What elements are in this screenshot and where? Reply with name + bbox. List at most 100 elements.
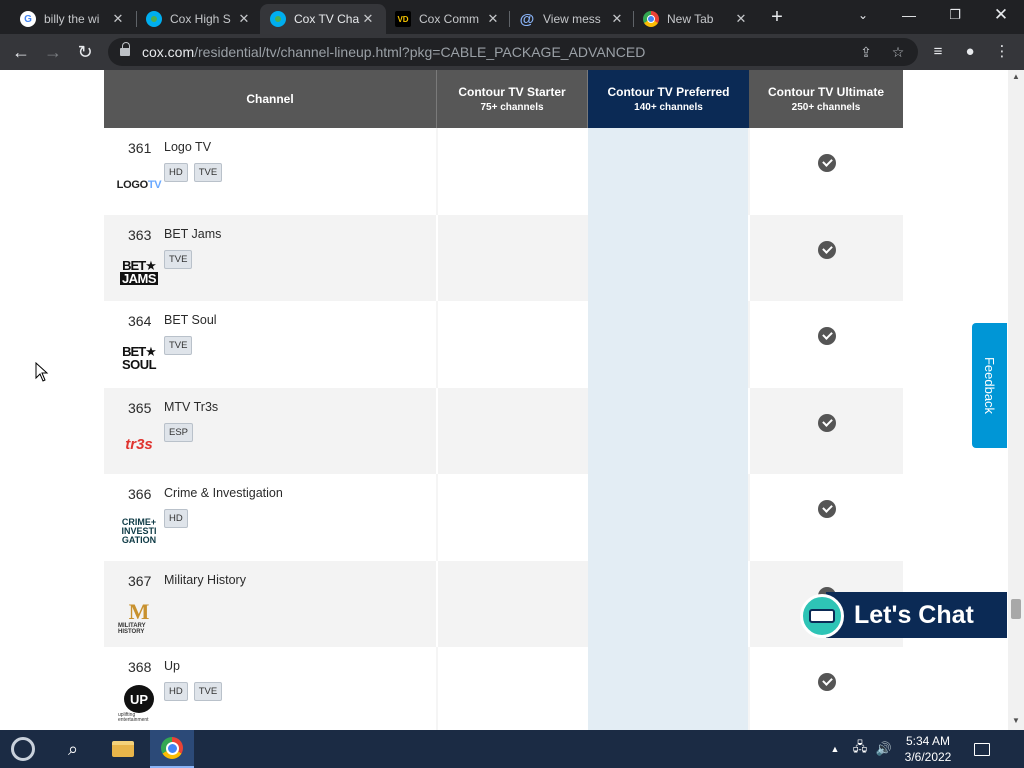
notifications-icon[interactable]: [970, 730, 994, 768]
tab-title: Cox TV Cha: [294, 12, 360, 26]
scroll-down-arrow-icon[interactable]: ▼: [1008, 716, 1024, 726]
check-circle-icon: [818, 327, 836, 345]
up-logo: UP uplifting entertainment: [118, 685, 160, 723]
tab-cox-tv-channels[interactable]: Cox TV Cha ✕: [260, 4, 386, 34]
header-starter[interactable]: Contour TV Starter 75+ channels: [437, 70, 587, 128]
header-ultimate-count: 250+ channels: [791, 102, 861, 113]
reload-icon[interactable]: ↻: [72, 39, 98, 65]
tab-cox-high-speed[interactable]: Cox High S ✕: [136, 4, 262, 34]
new-tab-plus-icon[interactable]: +: [766, 6, 788, 28]
channel-name: Logo TV: [164, 140, 212, 154]
tve-badge: TVE: [164, 249, 193, 269]
search-icon[interactable]: ⌕: [54, 730, 92, 768]
channel-number: 361: [128, 140, 152, 156]
at-icon: @: [519, 10, 535, 28]
tab-title: Cox Comm: [419, 12, 480, 26]
channel-number: 367: [128, 572, 152, 589]
google-icon: G: [20, 11, 36, 27]
tab-title: billy the wi: [44, 12, 100, 26]
tab-billy[interactable]: G billy the wi ✕: [10, 4, 136, 34]
check-circle-icon: [818, 500, 836, 518]
kebab-menu-icon[interactable]: ⋮: [992, 42, 1012, 62]
close-tab-icon[interactable]: ✕: [360, 11, 376, 27]
restore-icon[interactable]: ❐: [932, 0, 978, 30]
close-tab-icon[interactable]: ✕: [485, 11, 501, 27]
table-row: 366 Crime & Investigation CRIME+ INVESTI G…: [104, 474, 903, 561]
column-divider: [436, 647, 438, 730]
show-hidden-icons-icon[interactable]: ▲: [828, 730, 842, 768]
tab-search-chevron-icon[interactable]: ⌄: [840, 0, 886, 30]
channel-number: 366: [128, 486, 152, 502]
close-tab-icon[interactable]: ✕: [236, 11, 252, 27]
chrome-taskbar-icon[interactable]: [150, 730, 194, 768]
page-viewport: Channel Contour TV Starter 75+ channels …: [0, 70, 1008, 730]
bet-jams-logo: BET★ JAMS: [119, 257, 159, 286]
tve-badge: TVE: [193, 163, 223, 182]
hd-badge: HD: [164, 163, 188, 182]
mouse-cursor-icon: [35, 362, 49, 382]
column-divider: [436, 560, 438, 647]
check-circle-icon: [818, 154, 836, 172]
header-preferred[interactable]: Contour TV Preferred 140+ channels: [588, 70, 749, 128]
header-channel-label: Channel: [246, 92, 294, 106]
lets-chat-button[interactable]: Let's Chat: [800, 592, 1007, 638]
minimize-icon[interactable]: —: [886, 0, 932, 30]
system-clock[interactable]: 5:34 AM 3/6/2022: [898, 733, 958, 765]
logo-tv-logo: LOGOTV: [116, 178, 162, 191]
vertical-scrollbar[interactable]: ▲ ▼: [1008, 70, 1024, 730]
close-window-icon[interactable]: ✕: [978, 0, 1024, 30]
back-arrow-icon[interactable]: ←: [8, 39, 34, 65]
chat-avatar-icon: [800, 594, 844, 638]
tab-view-messages[interactable]: @ View mess ✕: [509, 4, 635, 34]
start-button[interactable]: [4, 730, 42, 768]
url-host: cox.com: [142, 44, 195, 60]
lock-icon[interactable]: [120, 42, 130, 57]
tab-cox-comm[interactable]: VD Cox Comm ✕: [385, 4, 511, 34]
scroll-up-arrow-icon[interactable]: ▲: [1008, 72, 1024, 82]
column-divider: [436, 474, 438, 561]
vd-icon: VD: [395, 11, 411, 27]
column-divider: [748, 128, 750, 215]
hd-badge: HD: [164, 509, 188, 528]
tab-title: New Tab: [667, 12, 714, 26]
column-divider: [748, 214, 750, 301]
channel-number: 365: [128, 399, 152, 416]
close-tab-icon[interactable]: ✕: [609, 11, 625, 27]
scrollbar-thumb[interactable]: [1011, 599, 1021, 619]
column-divider: [436, 387, 438, 474]
column-divider: [436, 214, 438, 301]
clock-date: 3/6/2022: [904, 750, 952, 764]
bet-soul-logo: BET★ SOUL: [121, 344, 157, 372]
volume-icon[interactable]: 🔊: [874, 730, 894, 768]
address-bar[interactable]: cox.com/residential/tv/channel-lineup.ht…: [108, 38, 918, 66]
close-tab-icon[interactable]: ✕: [110, 11, 126, 27]
badges: TVE: [164, 249, 193, 269]
column-divider: [748, 387, 750, 474]
url-text[interactable]: cox.com/residential/tv/channel-lineup.ht…: [142, 44, 645, 60]
close-tab-icon[interactable]: ✕: [733, 11, 749, 27]
tab-new-tab[interactable]: New Tab ✕: [633, 4, 759, 34]
header-ultimate[interactable]: Contour TV Ultimate 250+ channels: [749, 70, 903, 128]
profile-icon[interactable]: ●: [960, 42, 980, 62]
preferred-cell: [588, 647, 749, 730]
badges: TVE: [164, 336, 193, 355]
browser-toolbar: ← → ↻ cox.com/residential/tv/channel-lin…: [0, 34, 1024, 70]
network-icon[interactable]: 🖧: [850, 730, 870, 768]
media-playlist-icon[interactable]: ≡: [928, 42, 948, 62]
preferred-cell: [588, 560, 749, 647]
forward-arrow-icon[interactable]: →: [40, 39, 66, 65]
bookmark-star-icon[interactable]: ☆: [888, 42, 908, 62]
table-row: 361 Logo TV LOGOTV HD TVE: [104, 128, 903, 215]
channel-name: Up: [164, 659, 180, 673]
hd-badge: HD: [164, 682, 188, 701]
file-explorer-icon[interactable]: [104, 730, 142, 768]
badges: HD: [164, 509, 188, 528]
header-preferred-count: 140+ channels: [634, 102, 703, 113]
channel-name: Crime & Investigation: [164, 486, 283, 500]
feedback-button[interactable]: Feedback: [972, 323, 1007, 448]
share-icon[interactable]: ⇪: [856, 42, 876, 62]
column-divider: [748, 647, 750, 730]
table-header: Channel Contour TV Starter 75+ channels …: [104, 70, 903, 128]
chrome-icon: [643, 11, 659, 27]
military-history-logo: M MILITARY HISTORY: [118, 598, 150, 635]
